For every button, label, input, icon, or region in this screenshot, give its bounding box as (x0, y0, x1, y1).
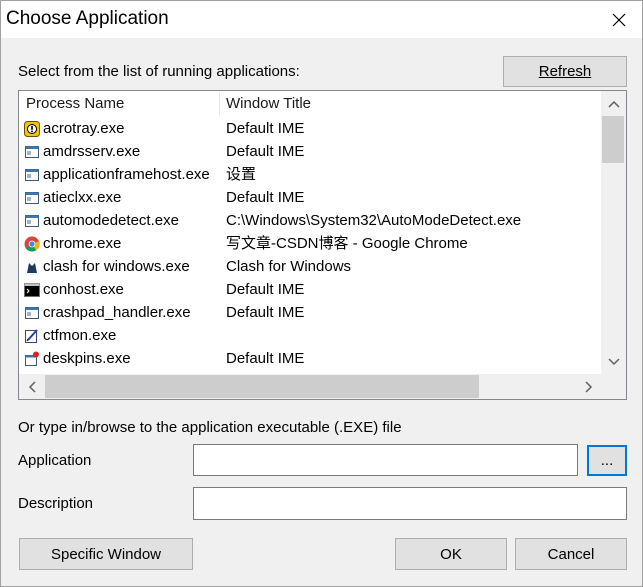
refresh-button[interactable]: Refresh (503, 56, 627, 87)
process-name: crashpad_handler.exe (43, 304, 191, 321)
list-item[interactable]: automodedetect.exe C:\Windows\System32\Au… (19, 209, 601, 232)
list-item[interactable]: conhost.exe Default IME (19, 278, 601, 301)
close-icon (612, 13, 626, 26)
process-name: chrome.exe (43, 235, 122, 252)
list-item[interactable]: clash for windows.exe Clash for Windows (19, 255, 601, 278)
process-name-cell: chrome.exe (24, 232, 121, 255)
list-item[interactable]: amdrsserv.exe Default IME (19, 140, 601, 163)
vertical-scroll-thumb[interactable] (602, 116, 624, 163)
process-name-cell: crashpad_handler.exe (24, 301, 191, 324)
scroll-right-button[interactable] (576, 374, 601, 399)
list-item[interactable]: atieclxx.exe Default IME (19, 186, 601, 209)
process-name: clash for windows.exe (43, 258, 190, 275)
scroll-down-button[interactable] (601, 349, 626, 374)
list-item[interactable]: deskpins.exe Default IME (19, 347, 601, 370)
window-title-cell: Default IME (226, 189, 305, 206)
list-rows: acrotray.exe Default IME amdrsserv.exe Defa… (19, 117, 601, 370)
horizontal-scrollbar[interactable] (19, 374, 626, 399)
deskpins-icon (24, 351, 40, 367)
application-input[interactable] (193, 444, 578, 476)
process-name-cell: acrotray.exe (24, 117, 124, 140)
process-name-cell: clash for windows.exe (24, 255, 190, 278)
process-name-cell: atieclxx.exe (24, 186, 121, 209)
chevron-right-icon (584, 380, 592, 393)
process-name-cell: deskpins.exe (24, 347, 131, 370)
list-item[interactable]: acrotray.exe Default IME (19, 117, 601, 140)
process-list[interactable]: Process Name Window Title acrotray.exe De… (18, 90, 627, 400)
process-name: acrotray.exe (43, 120, 125, 137)
chrome-icon (24, 236, 40, 252)
description-input[interactable] (193, 487, 627, 520)
console-icon (24, 282, 40, 298)
window-title-cell: 设置 (226, 166, 257, 183)
specific-window-button-label: Specific Window (50, 545, 162, 563)
window-app-icon (24, 305, 40, 321)
process-name-cell: applicationframehost.exe (24, 163, 210, 186)
column-header-process-name[interactable]: Process Name (19, 91, 219, 117)
process-name: ctfmon.exe (43, 327, 117, 344)
window-app-icon (24, 213, 40, 229)
process-name: atieclxx.exe (43, 189, 122, 206)
process-name: conhost.exe (43, 281, 124, 298)
chevron-left-icon (28, 380, 36, 393)
window-title-cell: C:\Windows\System32\AutoModeDetect.exe (226, 212, 522, 229)
list-item[interactable]: applicationframehost.exe 设置 (19, 163, 601, 186)
chevron-down-icon (607, 357, 620, 365)
clash-icon (24, 259, 40, 275)
list-header: Process Name Window Title (19, 91, 601, 117)
window-app-icon (24, 144, 40, 160)
process-name-cell: automodedetect.exe (24, 209, 179, 232)
acrotray-icon (24, 120, 40, 137)
window-app-icon (24, 190, 40, 206)
ctfmon-icon (24, 328, 40, 344)
chevron-up-icon (607, 100, 620, 108)
horizontal-scroll-thumb[interactable] (45, 375, 479, 398)
window-title-cell: Clash for Windows (226, 258, 352, 275)
process-name: amdrsserv.exe (43, 143, 141, 160)
list-item[interactable]: crashpad_handler.exe Default IME (19, 301, 601, 324)
select-prompt-label: Select from the list of running applicat… (18, 63, 300, 80)
ok-button-label: OK (440, 545, 462, 563)
window-title-cell: Default IME (226, 281, 305, 298)
window-app-icon (24, 167, 40, 183)
type-prompt-label: Or type in/browse to the application exe… (18, 419, 402, 436)
process-name-cell: conhost.exe (24, 278, 124, 301)
window-title-cell: Default IME (226, 143, 305, 160)
process-name-cell: amdrsserv.exe (24, 140, 140, 163)
description-label: Description (18, 495, 94, 512)
scroll-left-button[interactable] (19, 374, 44, 399)
process-name: applicationframehost.exe (43, 166, 210, 183)
application-label: Application (18, 452, 92, 469)
window-title-cell: Default IME (226, 304, 305, 321)
list-item[interactable]: chrome.exe 写文章-CSDN博客 - Google Chrome (19, 232, 601, 255)
close-button[interactable] (596, 1, 642, 38)
list-item[interactable]: ctfmon.exe (19, 324, 601, 347)
ok-button[interactable]: OK (395, 538, 507, 570)
cancel-button-label: Cancel (547, 545, 595, 563)
scroll-up-button[interactable] (601, 91, 626, 116)
browse-button[interactable]: ... (587, 445, 627, 476)
process-name: automodedetect.exe (43, 212, 179, 229)
window-title-cell: Default IME (226, 120, 305, 137)
column-header-window-title[interactable]: Window Title (219, 91, 599, 117)
window-title-cell: 写文章-CSDN博客 - Google Chrome (226, 235, 468, 252)
cancel-button[interactable]: Cancel (515, 538, 627, 570)
refresh-button-label: Refresh (538, 63, 592, 80)
choose-application-dialog: Choose Application Select from the list … (0, 0, 643, 587)
scrollbar-corner (601, 374, 626, 399)
process-name-cell: ctfmon.exe (24, 324, 116, 347)
process-name: deskpins.exe (43, 350, 131, 367)
specific-window-button[interactable]: Specific Window (19, 538, 193, 570)
window-title-cell: Default IME (226, 350, 305, 367)
title-bar[interactable]: Choose Application (1, 1, 642, 38)
browse-button-label: ... (600, 452, 614, 469)
vertical-scrollbar[interactable] (601, 91, 626, 374)
dialog-title: Choose Application (6, 8, 169, 29)
